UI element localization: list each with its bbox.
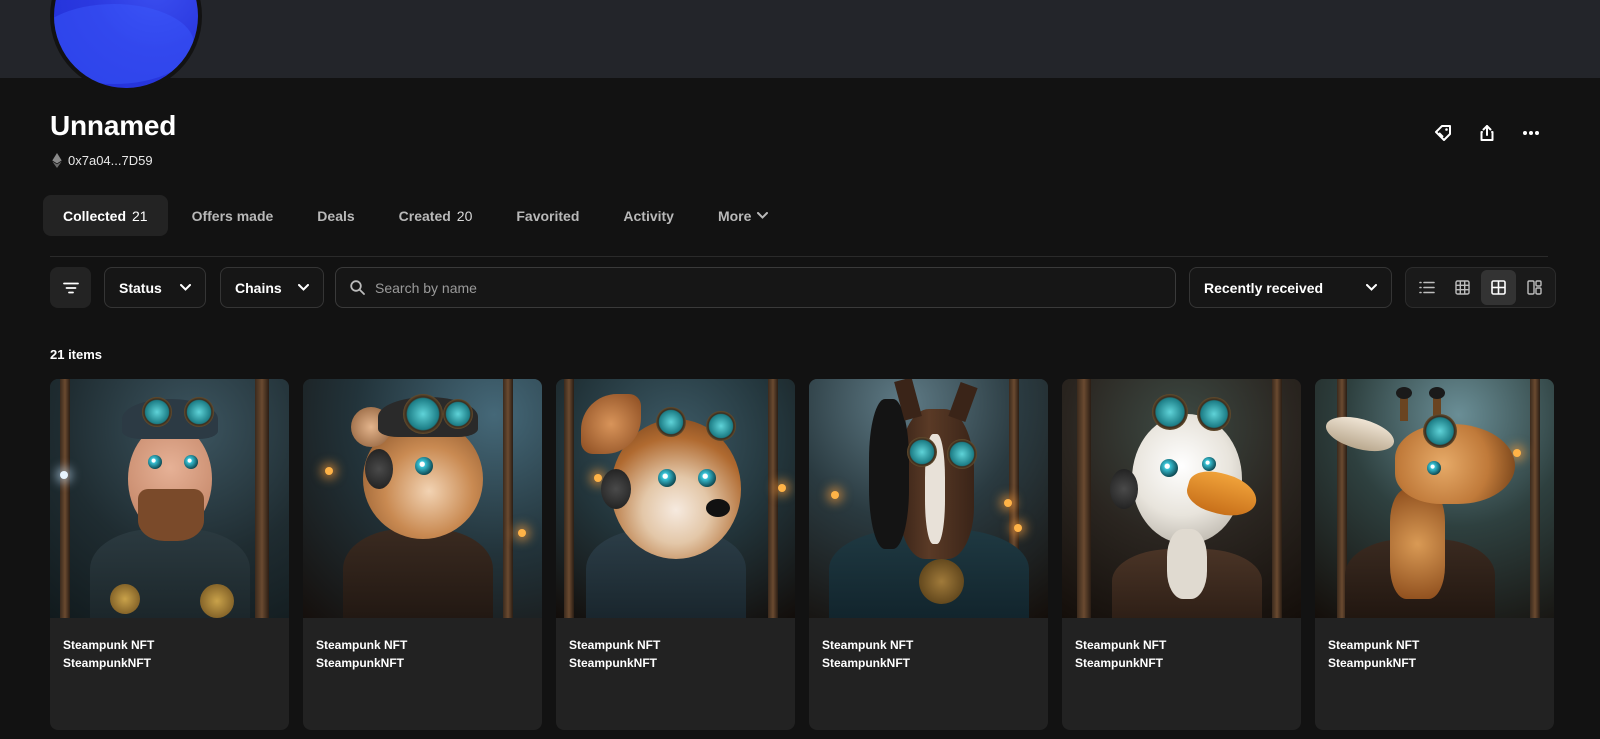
chevron-down-icon	[298, 284, 309, 291]
tab-deals[interactable]: Deals	[297, 195, 374, 236]
search-icon	[350, 280, 365, 295]
nft-collection: SteampunkNFT	[569, 656, 658, 670]
filter-toolbar: Status Chains Recently received	[50, 267, 1556, 308]
nft-image	[809, 379, 1048, 618]
nft-card[interactable]: Steampunk NFT SteampunkNFT	[809, 379, 1048, 730]
filter-icon	[62, 282, 79, 293]
nft-card[interactable]: Steampunk NFT SteampunkNFT	[50, 379, 289, 730]
share-icon[interactable]	[1474, 120, 1500, 146]
nft-collection: SteampunkNFT	[822, 656, 911, 670]
chains-dropdown[interactable]: Chains	[220, 267, 324, 308]
nft-collection: SteampunkNFT	[316, 656, 405, 670]
status-dropdown[interactable]: Status	[104, 267, 206, 308]
nft-name: Steampunk NFT	[316, 638, 408, 652]
nft-name: Steampunk NFT	[569, 638, 661, 652]
nft-name: Steampunk NFT	[1075, 638, 1167, 652]
nft-image	[556, 379, 795, 618]
items-count: 21 items	[50, 347, 103, 362]
tab-created[interactable]: Created 20	[379, 195, 493, 236]
profile-name: Unnamed	[50, 110, 177, 141]
profile-actions	[1430, 120, 1544, 146]
address-text: 0x7a04...7D59	[68, 153, 153, 168]
avatar[interactable]	[50, 0, 202, 92]
tab-collected[interactable]: Collected 21	[43, 195, 168, 236]
filter-toggle-button[interactable]	[50, 267, 91, 308]
nft-card[interactable]: Steampunk NFT SteampunkNFT	[1062, 379, 1301, 730]
nft-image	[1315, 379, 1554, 618]
nft-grid: Steampunk NFT SteampunkNFT Steampunk NFT…	[50, 379, 1554, 730]
nft-image	[303, 379, 542, 618]
tab-activity[interactable]: Activity	[603, 195, 694, 236]
nft-card[interactable]: Steampunk NFT SteampunkNFT	[556, 379, 795, 730]
sort-dropdown[interactable]: Recently received	[1189, 267, 1392, 308]
ethereum-icon	[52, 153, 62, 168]
tab-favorited[interactable]: Favorited	[496, 195, 599, 236]
nft-name: Steampunk NFT	[822, 638, 914, 652]
profile-banner	[0, 0, 1600, 78]
nft-card[interactable]: Steampunk NFT SteampunkNFT	[1315, 379, 1554, 730]
nft-collection: SteampunkNFT	[1075, 656, 1164, 670]
tab-more[interactable]: More	[698, 195, 788, 236]
chevron-down-icon	[1366, 284, 1377, 291]
masonry-view-icon[interactable]	[1517, 270, 1552, 305]
tag-offer-icon[interactable]	[1430, 120, 1456, 146]
nft-collection: SteampunkNFT	[63, 656, 152, 670]
nft-collection: SteampunkNFT	[1328, 656, 1417, 670]
chevron-down-icon	[757, 212, 769, 219]
nft-image	[50, 379, 289, 618]
nft-image	[1062, 379, 1301, 618]
wallet-address[interactable]: 0x7a04...7D59	[52, 153, 153, 168]
search-box[interactable]	[335, 267, 1176, 308]
nft-card[interactable]: Steampunk NFT SteampunkNFT	[303, 379, 542, 730]
tab-offers-made[interactable]: Offers made	[172, 195, 294, 236]
list-view-icon[interactable]	[1409, 270, 1444, 305]
chevron-down-icon	[180, 284, 191, 291]
nft-name: Steampunk NFT	[63, 638, 155, 652]
profile-tabs: Collected 21 Offers made Deals Created 2…	[43, 195, 788, 236]
small-grid-icon[interactable]	[1445, 270, 1480, 305]
more-horizontal-icon[interactable]	[1518, 120, 1544, 146]
search-input[interactable]	[375, 279, 1161, 296]
tabs-divider	[50, 256, 1548, 257]
view-mode-toggle	[1405, 267, 1556, 308]
large-grid-icon[interactable]	[1481, 270, 1516, 305]
nft-name: Steampunk NFT	[1328, 638, 1420, 652]
